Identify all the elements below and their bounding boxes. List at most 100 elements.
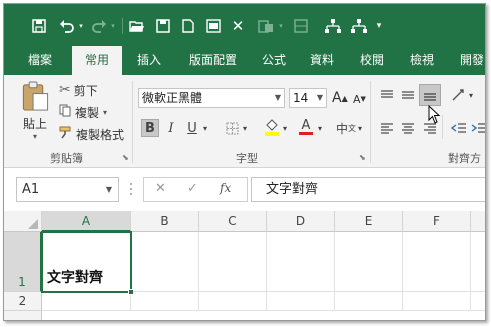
customize-qat-icon[interactable]: ▾ xyxy=(374,16,384,36)
cell-b2[interactable] xyxy=(131,292,199,311)
tab-review[interactable]: 校閱 xyxy=(352,46,392,75)
save-as-icon[interactable] xyxy=(154,16,172,36)
cell-a2[interactable] xyxy=(42,292,131,311)
tab-formulas[interactable]: 公式 xyxy=(254,46,294,75)
tab-data[interactable]: 資料 xyxy=(302,46,342,75)
format-painter-label: 複製格式 xyxy=(76,127,125,142)
fill-color-icon[interactable] xyxy=(263,117,281,137)
redo-icon[interactable] xyxy=(90,16,108,36)
copy-label: 複製 xyxy=(75,105,100,120)
font-size-combo[interactable]: 14 ▼ xyxy=(289,88,327,108)
clipboard-group-label: 剪貼簿 xyxy=(50,152,83,165)
active-cell-a1[interactable]: 文字對齊 xyxy=(41,231,132,293)
column-header-a[interactable]: A xyxy=(42,211,131,232)
font-size-value: 14 xyxy=(293,91,309,105)
align-center-icon[interactable] xyxy=(399,119,417,137)
cell-d1[interactable] xyxy=(267,232,335,292)
italic-button[interactable]: I xyxy=(162,119,180,137)
column-header-d[interactable]: D xyxy=(267,211,335,232)
grow-font-button[interactable]: A ▲ xyxy=(332,89,348,107)
alignment-group-label: 對齊方 xyxy=(448,152,481,165)
clipboard-launcher-icon[interactable]: ⬊ xyxy=(122,153,129,162)
tab-page-layout[interactable]: 版面配置 xyxy=(180,46,246,75)
save-icon[interactable] xyxy=(30,16,48,36)
column-header-b[interactable]: B xyxy=(131,211,199,232)
redo-dropdown-icon[interactable]: ▾ xyxy=(109,16,117,36)
cell-d2[interactable] xyxy=(267,292,335,311)
row-header-2[interactable]: 2 xyxy=(4,292,42,311)
insert-function-icon[interactable]: fx xyxy=(220,181,231,195)
align-right-icon[interactable] xyxy=(421,119,439,137)
increase-indent-icon[interactable] xyxy=(470,119,485,137)
row-header-1[interactable]: 1 xyxy=(4,232,42,292)
format-icon[interactable] xyxy=(292,16,310,36)
copy-dropdown-icon[interactable]: ▾ xyxy=(103,108,107,117)
close-icon[interactable]: ✕ xyxy=(230,16,246,36)
shrink-font-button[interactable]: A ▼ xyxy=(353,91,366,107)
font-launcher-icon[interactable]: ⬊ xyxy=(359,153,366,162)
paste-dropdown-icon[interactable]: ▾ xyxy=(33,132,37,141)
undo-icon[interactable] xyxy=(58,16,76,36)
underline-dropdown-icon[interactable]: ▾ xyxy=(201,119,209,137)
enter-icon[interactable]: ✓ xyxy=(187,181,198,196)
align-middle-icon[interactable] xyxy=(399,86,417,104)
cell-g1[interactable] xyxy=(471,232,485,292)
align-bottom-icon[interactable] xyxy=(419,84,441,106)
row-header-3[interactable] xyxy=(4,311,42,320)
phonetic-button[interactable]: 中文 xyxy=(336,119,356,137)
orientation-icon[interactable] xyxy=(450,86,468,104)
column-header-c[interactable]: C xyxy=(199,211,267,232)
cell-f1[interactable] xyxy=(403,232,471,292)
paste-button[interactable]: 貼上 ▾ xyxy=(16,81,54,141)
underline-button[interactable]: U xyxy=(183,119,201,137)
column-header-f[interactable]: F xyxy=(403,211,471,232)
font-color-button[interactable]: A xyxy=(297,117,315,137)
copy-button[interactable]: 複製 ▾ xyxy=(59,103,107,121)
cell-e2[interactable] xyxy=(335,292,403,311)
tab-home[interactable]: 常用 xyxy=(72,46,122,76)
formula-input[interactable]: 文字對齊 xyxy=(251,177,485,202)
cut-button[interactable]: ✂ 剪下 xyxy=(59,81,98,99)
tab-view[interactable]: 檢視 xyxy=(402,46,442,75)
open-folder-icon[interactable] xyxy=(128,16,146,36)
org-chart-2-icon[interactable] xyxy=(350,16,368,36)
undo-dropdown-icon[interactable]: ▾ xyxy=(77,16,85,36)
cell-c1[interactable] xyxy=(199,232,267,292)
format-painter-button[interactable]: 複製格式 xyxy=(59,125,124,143)
cell-g2[interactable] xyxy=(471,292,485,311)
select-all-corner[interactable] xyxy=(4,211,42,232)
paste-label: 貼上 xyxy=(22,117,47,131)
cell-e1[interactable] xyxy=(335,232,403,292)
align-top-icon[interactable] xyxy=(378,86,396,104)
grow-font-label: A xyxy=(332,90,342,106)
phonetic-dropdown-icon[interactable]: ▾ xyxy=(356,119,364,137)
cell-b1[interactable] xyxy=(131,232,199,292)
font-color-dropdown-icon[interactable]: ▾ xyxy=(316,119,324,137)
font-name-combo[interactable]: 微軟正黑體 ▼ xyxy=(138,88,285,108)
tab-insert[interactable]: 插入 xyxy=(126,46,172,75)
cell-c2[interactable] xyxy=(199,292,267,311)
fill-color-dropdown-icon[interactable]: ▾ xyxy=(281,119,289,137)
new-doc-icon[interactable] xyxy=(180,16,196,36)
copy-icon xyxy=(59,104,72,120)
column-header-g[interactable] xyxy=(471,211,485,232)
tab-developer[interactable]: 開發 xyxy=(452,46,485,75)
borders-dropdown-icon[interactable]: ▾ xyxy=(241,119,249,137)
cancel-icon[interactable]: ✕ xyxy=(155,181,166,196)
grip-icon[interactable] xyxy=(128,182,134,196)
fill-handle[interactable] xyxy=(128,289,134,295)
bold-button[interactable]: B xyxy=(141,119,159,137)
align-left-icon[interactable] xyxy=(378,119,396,137)
cell-f2[interactable] xyxy=(403,292,471,311)
tab-file[interactable]: 檔案 xyxy=(16,46,64,75)
print-preview-icon[interactable] xyxy=(204,16,222,36)
column-header-e[interactable]: E xyxy=(335,211,403,232)
orientation-dropdown-icon[interactable]: ▾ xyxy=(467,86,475,104)
paste-special-icon[interactable] xyxy=(256,16,276,36)
org-chart-icon[interactable] xyxy=(324,16,342,36)
borders-icon[interactable] xyxy=(223,119,241,137)
paste-special-dropdown-icon[interactable]: ▾ xyxy=(277,16,285,36)
chevron-down-icon: ▼ xyxy=(105,185,112,194)
name-box[interactable]: A1 ▼ xyxy=(16,177,119,202)
decrease-indent-icon[interactable] xyxy=(450,119,468,137)
